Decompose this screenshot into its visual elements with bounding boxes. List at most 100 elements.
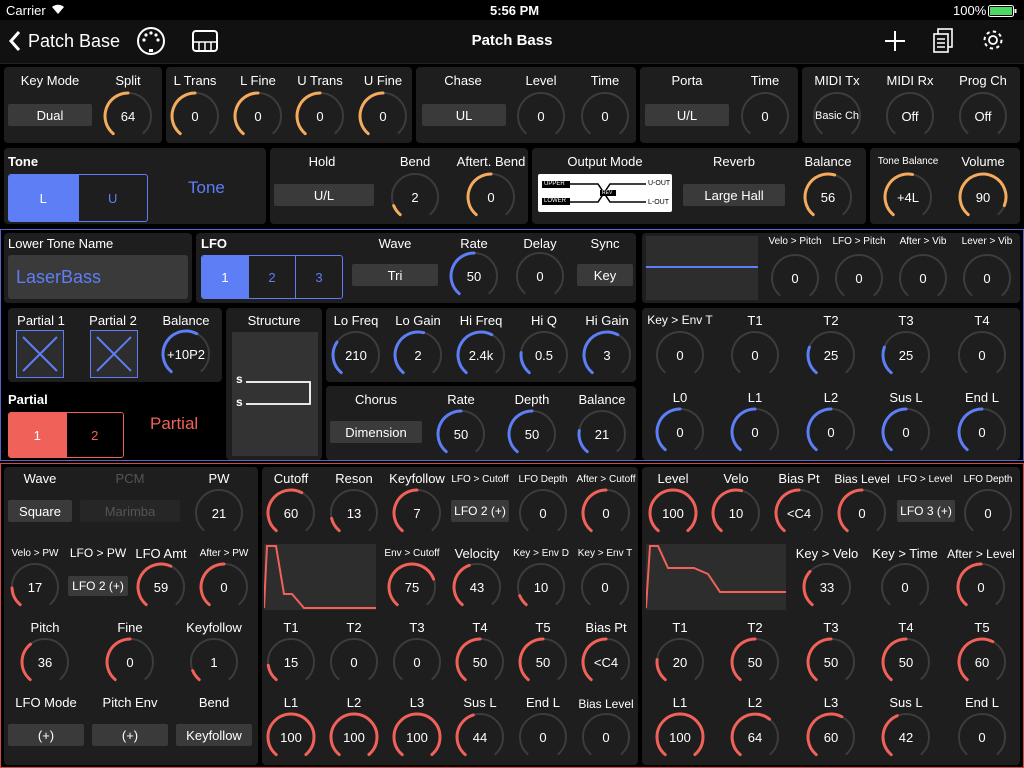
chorus-balance-knob[interactable]: 21 (576, 408, 628, 460)
back-button[interactable]: Patch Base (8, 30, 120, 52)
midi-rx-knob[interactable]: Off (884, 90, 936, 142)
partial-tab-2[interactable]: 2 (65, 413, 123, 457)
wave-selector[interactable]: Square (8, 500, 72, 522)
hi-q-knob[interactable]: 0.5 (518, 329, 570, 381)
hold-selector[interactable]: U/L (274, 184, 374, 206)
tva-t5-knob[interactable]: 60 (956, 636, 1008, 688)
midi-icon[interactable] (136, 26, 166, 61)
keyboard-icon[interactable] (192, 30, 218, 57)
keyfollow-knob[interactable]: 1 (188, 636, 240, 688)
tva-end-l-knob[interactable]: 0 (956, 711, 1008, 763)
tva-sus-l-knob[interactable]: 42 (880, 711, 932, 763)
aftert-bend-knob[interactable]: 0 (465, 171, 517, 223)
chase-level-knob[interactable]: 0 (515, 90, 567, 142)
add-icon[interactable] (884, 30, 906, 57)
pitch-t4-knob[interactable]: 0 (956, 329, 1008, 381)
pitch-t2-knob[interactable]: 25 (805, 329, 857, 381)
tva-l1-knob[interactable]: 100 (654, 711, 706, 763)
tvf-end-l-knob[interactable]: 0 (517, 711, 569, 763)
tva-velo-knob[interactable]: 10 (710, 487, 762, 539)
pcm-selector[interactable]: Marimba (80, 500, 180, 522)
pitch-knob[interactable]: 36 (19, 636, 71, 688)
lo-freq-knob[interactable]: 210 (330, 329, 382, 381)
filter-keyfollow-knob[interactable]: 7 (391, 487, 443, 539)
l-trans-knob[interactable]: 0 (169, 90, 221, 142)
velocity-knob[interactable]: 43 (451, 561, 503, 613)
tva-t4-knob[interactable]: 50 (880, 636, 932, 688)
lever-vib-knob[interactable]: 0 (961, 252, 1013, 304)
velo-pitch-knob[interactable]: 0 (769, 252, 821, 304)
tvf-bias-pt-knob[interactable]: <C4 (580, 636, 632, 688)
porta-selector[interactable]: U/L (645, 104, 729, 126)
tva-level-knob[interactable]: 100 (647, 487, 699, 539)
tva-l2-knob[interactable]: 64 (729, 711, 781, 763)
tvf-sus-l-knob[interactable]: 44 (454, 711, 506, 763)
tva-bias-level-knob[interactable]: 0 (836, 487, 888, 539)
tvf-t1-knob[interactable]: 15 (265, 636, 317, 688)
tvf-l3-knob[interactable]: 100 (391, 711, 443, 763)
cutoff-knob[interactable]: 60 (265, 487, 317, 539)
env-cutoff-knob[interactable]: 75 (386, 561, 438, 613)
pitch-t3-knob[interactable]: 25 (880, 329, 932, 381)
tvf-t4-knob[interactable]: 50 (454, 636, 506, 688)
velo-pw-knob[interactable]: 17 (9, 561, 61, 613)
partial-tab-1[interactable]: 1 (9, 413, 66, 457)
pitch-env-selector[interactable]: (+) (92, 724, 168, 746)
lfo-delay-knob[interactable]: 0 (514, 250, 566, 302)
tva-t1-knob[interactable]: 20 (654, 636, 706, 688)
reverb-selector[interactable]: Large Hall (683, 184, 785, 206)
prog-ch-knob[interactable]: Off (957, 90, 1009, 142)
fine-knob[interactable]: 0 (104, 636, 156, 688)
key-env-d-knob[interactable]: 10 (515, 561, 567, 613)
structure-diagram[interactable]: s s (232, 332, 318, 456)
chase-selector[interactable]: UL (422, 104, 506, 126)
key-mode-selector[interactable]: Dual (8, 104, 92, 126)
hi-freq-knob[interactable]: 2.4k (455, 329, 507, 381)
tva-lfo-depth-knob[interactable]: 0 (962, 487, 1014, 539)
l-fine-knob[interactable]: 0 (232, 90, 284, 142)
u-trans-knob[interactable]: 0 (294, 90, 346, 142)
lfo-sync-selector[interactable]: Key (577, 264, 633, 286)
chorus-depth-knob[interactable]: 50 (506, 408, 558, 460)
gear-icon[interactable] (981, 28, 1005, 57)
tone-name-field[interactable]: LaserBass (8, 255, 188, 299)
key-velo-knob[interactable]: 33 (801, 561, 853, 613)
lfo-tab-2[interactable]: 2 (248, 256, 295, 298)
midi-tx-knob[interactable]: Basic Ch (811, 90, 863, 142)
tone-l-tab[interactable]: L (9, 175, 78, 221)
pitch-l2-knob[interactable]: 0 (805, 406, 857, 458)
lfo-amt-knob[interactable]: 59 (135, 561, 187, 613)
tvf-l1-knob[interactable]: 100 (265, 711, 317, 763)
output-mode-diagram[interactable]: UPPER LOWER REV U-OUT L-OUT (538, 174, 672, 212)
lo-gain-knob[interactable]: 2 (392, 329, 444, 381)
tva-t2-knob[interactable]: 50 (729, 636, 781, 688)
partial-balance-knob[interactable]: +10P2 (160, 328, 212, 380)
lfo-cutoff-selector[interactable]: LFO 2 (+) (451, 500, 509, 522)
after-cutoff-knob[interactable]: 0 (580, 487, 632, 539)
after-vib-knob[interactable]: 0 (897, 252, 949, 304)
after-pw-knob[interactable]: 0 (198, 561, 250, 613)
lfo-tab-1[interactable]: 1 (202, 256, 248, 298)
copy-document-icon[interactable] (932, 28, 954, 59)
lfo-wave-selector[interactable]: Tri (352, 264, 438, 286)
pw-knob[interactable]: 21 (193, 487, 245, 539)
filter-key-env-t-knob[interactable]: 0 (579, 561, 631, 613)
key-time-knob[interactable]: 0 (879, 561, 931, 613)
volume-knob[interactable]: 90 (957, 171, 1009, 223)
tvf-t3-knob[interactable]: 0 (391, 636, 443, 688)
bend-knob[interactable]: 2 (389, 171, 441, 223)
tva-bias-pt-knob[interactable]: <C4 (773, 487, 825, 539)
lfo-pw-selector[interactable]: LFO 2 (+) (68, 576, 128, 596)
partial1-mute-toggle[interactable] (16, 330, 64, 378)
hi-gain-knob[interactable]: 3 (581, 329, 633, 381)
chase-time-knob[interactable]: 0 (579, 90, 631, 142)
tvf-l2-knob[interactable]: 100 (328, 711, 380, 763)
tva-l3-knob[interactable]: 60 (805, 711, 857, 763)
chorus-selector[interactable]: Dimension (330, 421, 422, 443)
lfo-rate-knob[interactable]: 50 (448, 250, 500, 302)
after-level-knob[interactable]: 0 (955, 561, 1007, 613)
key-env-t-knob[interactable]: 0 (654, 329, 706, 381)
split-knob[interactable]: 64 (102, 90, 154, 142)
pitch-sus-l-knob[interactable]: 0 (880, 406, 932, 458)
tva-t3-knob[interactable]: 50 (805, 636, 857, 688)
